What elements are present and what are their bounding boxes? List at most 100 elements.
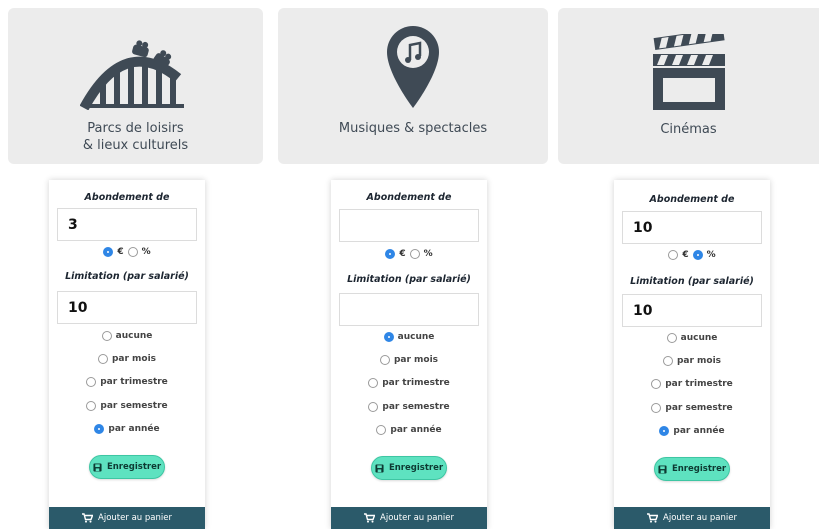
cart-icon xyxy=(364,513,376,523)
save-button[interactable]: Enregistrer xyxy=(371,456,447,480)
period-option[interactable]: par mois xyxy=(614,356,770,366)
period-radio[interactable] xyxy=(376,425,387,435)
unit-percent-radio[interactable] xyxy=(692,250,703,260)
period-radio[interactable] xyxy=(659,426,670,436)
period-option[interactable]: par trimestre xyxy=(331,378,487,388)
settings-panel-musiques: Abondement de € % Limitation (par salari… xyxy=(331,180,487,529)
category-card-musiques[interactable]: Musiques & spectacles xyxy=(278,8,548,164)
period-label: par semestre xyxy=(100,401,168,411)
unit-percent-label: % xyxy=(141,247,151,257)
limitation-input[interactable]: 10 xyxy=(622,294,762,327)
period-label: aucune xyxy=(115,331,153,341)
period-radio[interactable] xyxy=(662,356,673,366)
category-title-line1: Parcs de loisirs xyxy=(87,121,184,136)
cart-icon xyxy=(82,513,94,523)
period-option[interactable]: aucune xyxy=(614,333,770,343)
period-option[interactable]: par semestre xyxy=(614,403,770,413)
limitation-input[interactable] xyxy=(339,293,479,326)
period-label: par mois xyxy=(393,355,439,365)
cart-icon xyxy=(647,513,659,523)
period-option[interactable]: aucune xyxy=(49,331,205,341)
limitation-input[interactable]: 10 xyxy=(57,291,197,324)
category-title-line2: & lieux culturels xyxy=(82,138,189,153)
cart-label: Ajouter au panier xyxy=(663,513,737,523)
period-label: par semestre xyxy=(382,402,450,412)
category-card-parcs[interactable]: Parcs de loisirs & lieux culturels xyxy=(8,8,263,164)
limitation-label: Limitation (par salarié) xyxy=(347,274,471,285)
period-radio[interactable] xyxy=(379,355,390,365)
period-radio[interactable] xyxy=(97,354,108,364)
add-to-cart-button[interactable]: Ajouter au panier xyxy=(614,507,770,529)
unit-percent-radio[interactable] xyxy=(409,249,420,259)
abondement-label: Abondement de xyxy=(366,192,452,203)
save-button[interactable]: Enregistrer xyxy=(89,455,165,479)
period-option[interactable]: par semestre xyxy=(331,402,487,412)
save-label: Enregistrer xyxy=(106,462,162,472)
settings-panel-cinemas: Abondement de 10 € % Limitation (par sal… xyxy=(614,180,770,529)
abondement-label: Abondement de xyxy=(649,194,735,205)
period-label: aucune xyxy=(680,333,718,343)
period-option[interactable]: par année xyxy=(49,424,205,434)
unit-euro-label: € xyxy=(399,249,406,259)
period-radio[interactable] xyxy=(651,379,662,389)
limitation-label: Limitation (par salarié) xyxy=(630,276,754,287)
period-option[interactable]: par mois xyxy=(331,355,487,365)
unit-euro-radio[interactable] xyxy=(103,247,114,257)
abondement-input[interactable]: 10 xyxy=(622,211,762,244)
category-title: Cinémas xyxy=(558,121,819,138)
period-radio[interactable] xyxy=(368,378,379,388)
save-button[interactable]: Enregistrer xyxy=(654,457,730,481)
abondement-input[interactable]: 3 xyxy=(57,208,197,241)
category-title-line1: Cinémas xyxy=(660,122,717,137)
unit-euro-label: € xyxy=(682,250,689,260)
floppy-disk-icon xyxy=(375,463,384,473)
unit-percent-radio[interactable] xyxy=(127,247,138,257)
cart-label: Ajouter au panier xyxy=(98,513,172,523)
period-radio[interactable] xyxy=(86,377,97,387)
period-label: par année xyxy=(673,426,725,436)
period-option[interactable]: par année xyxy=(614,426,770,436)
floppy-disk-icon xyxy=(658,464,667,474)
category-title: Musiques & spectacles xyxy=(278,120,548,137)
settings-panel-parcs: Abondement de 3 € % Limitation (par sala… xyxy=(49,180,205,529)
period-option[interactable]: par année xyxy=(331,425,487,435)
category-title-line1: Musiques & spectacles xyxy=(338,121,488,136)
unit-selector: € % xyxy=(614,250,770,260)
period-option[interactable]: par trimestre xyxy=(49,377,205,387)
add-to-cart-button[interactable]: Ajouter au panier xyxy=(49,507,205,529)
unit-percent-label: % xyxy=(706,250,716,260)
period-radio[interactable] xyxy=(383,332,394,342)
period-label: par semestre xyxy=(665,403,733,413)
period-radio[interactable] xyxy=(101,331,112,341)
period-option[interactable]: par mois xyxy=(49,354,205,364)
period-option[interactable]: par trimestre xyxy=(614,379,770,389)
period-option[interactable]: par semestre xyxy=(49,401,205,411)
unit-euro-radio[interactable] xyxy=(668,250,679,260)
clapperboard-icon xyxy=(652,34,725,110)
period-label: par année xyxy=(390,425,442,435)
cart-label: Ajouter au panier xyxy=(380,513,454,523)
unit-percent-label: % xyxy=(423,249,433,259)
period-option[interactable]: aucune xyxy=(331,332,487,342)
category-title: Parcs de loisirs & lieux culturels xyxy=(8,120,263,154)
music-pin-icon xyxy=(387,26,439,108)
unit-selector: € % xyxy=(49,247,205,257)
period-radio[interactable] xyxy=(651,403,662,413)
abondement-input[interactable] xyxy=(339,209,479,242)
period-label: par trimestre xyxy=(665,379,733,389)
save-label: Enregistrer xyxy=(671,464,727,474)
unit-euro-label: € xyxy=(117,247,124,257)
abondement-label: Abondement de xyxy=(84,192,170,203)
period-label: par trimestre xyxy=(382,378,450,388)
unit-euro-radio[interactable] xyxy=(385,249,396,259)
period-label: aucune xyxy=(397,332,435,342)
period-label: par année xyxy=(108,424,160,434)
period-label: par trimestre xyxy=(100,377,168,387)
period-radio[interactable] xyxy=(94,424,105,434)
period-radio[interactable] xyxy=(86,401,97,411)
category-card-cinemas[interactable]: Cinémas xyxy=(558,8,819,164)
period-radio[interactable] xyxy=(368,402,379,412)
period-radio[interactable] xyxy=(666,333,677,343)
unit-selector: € % xyxy=(331,249,487,259)
add-to-cart-button[interactable]: Ajouter au panier xyxy=(331,507,487,529)
